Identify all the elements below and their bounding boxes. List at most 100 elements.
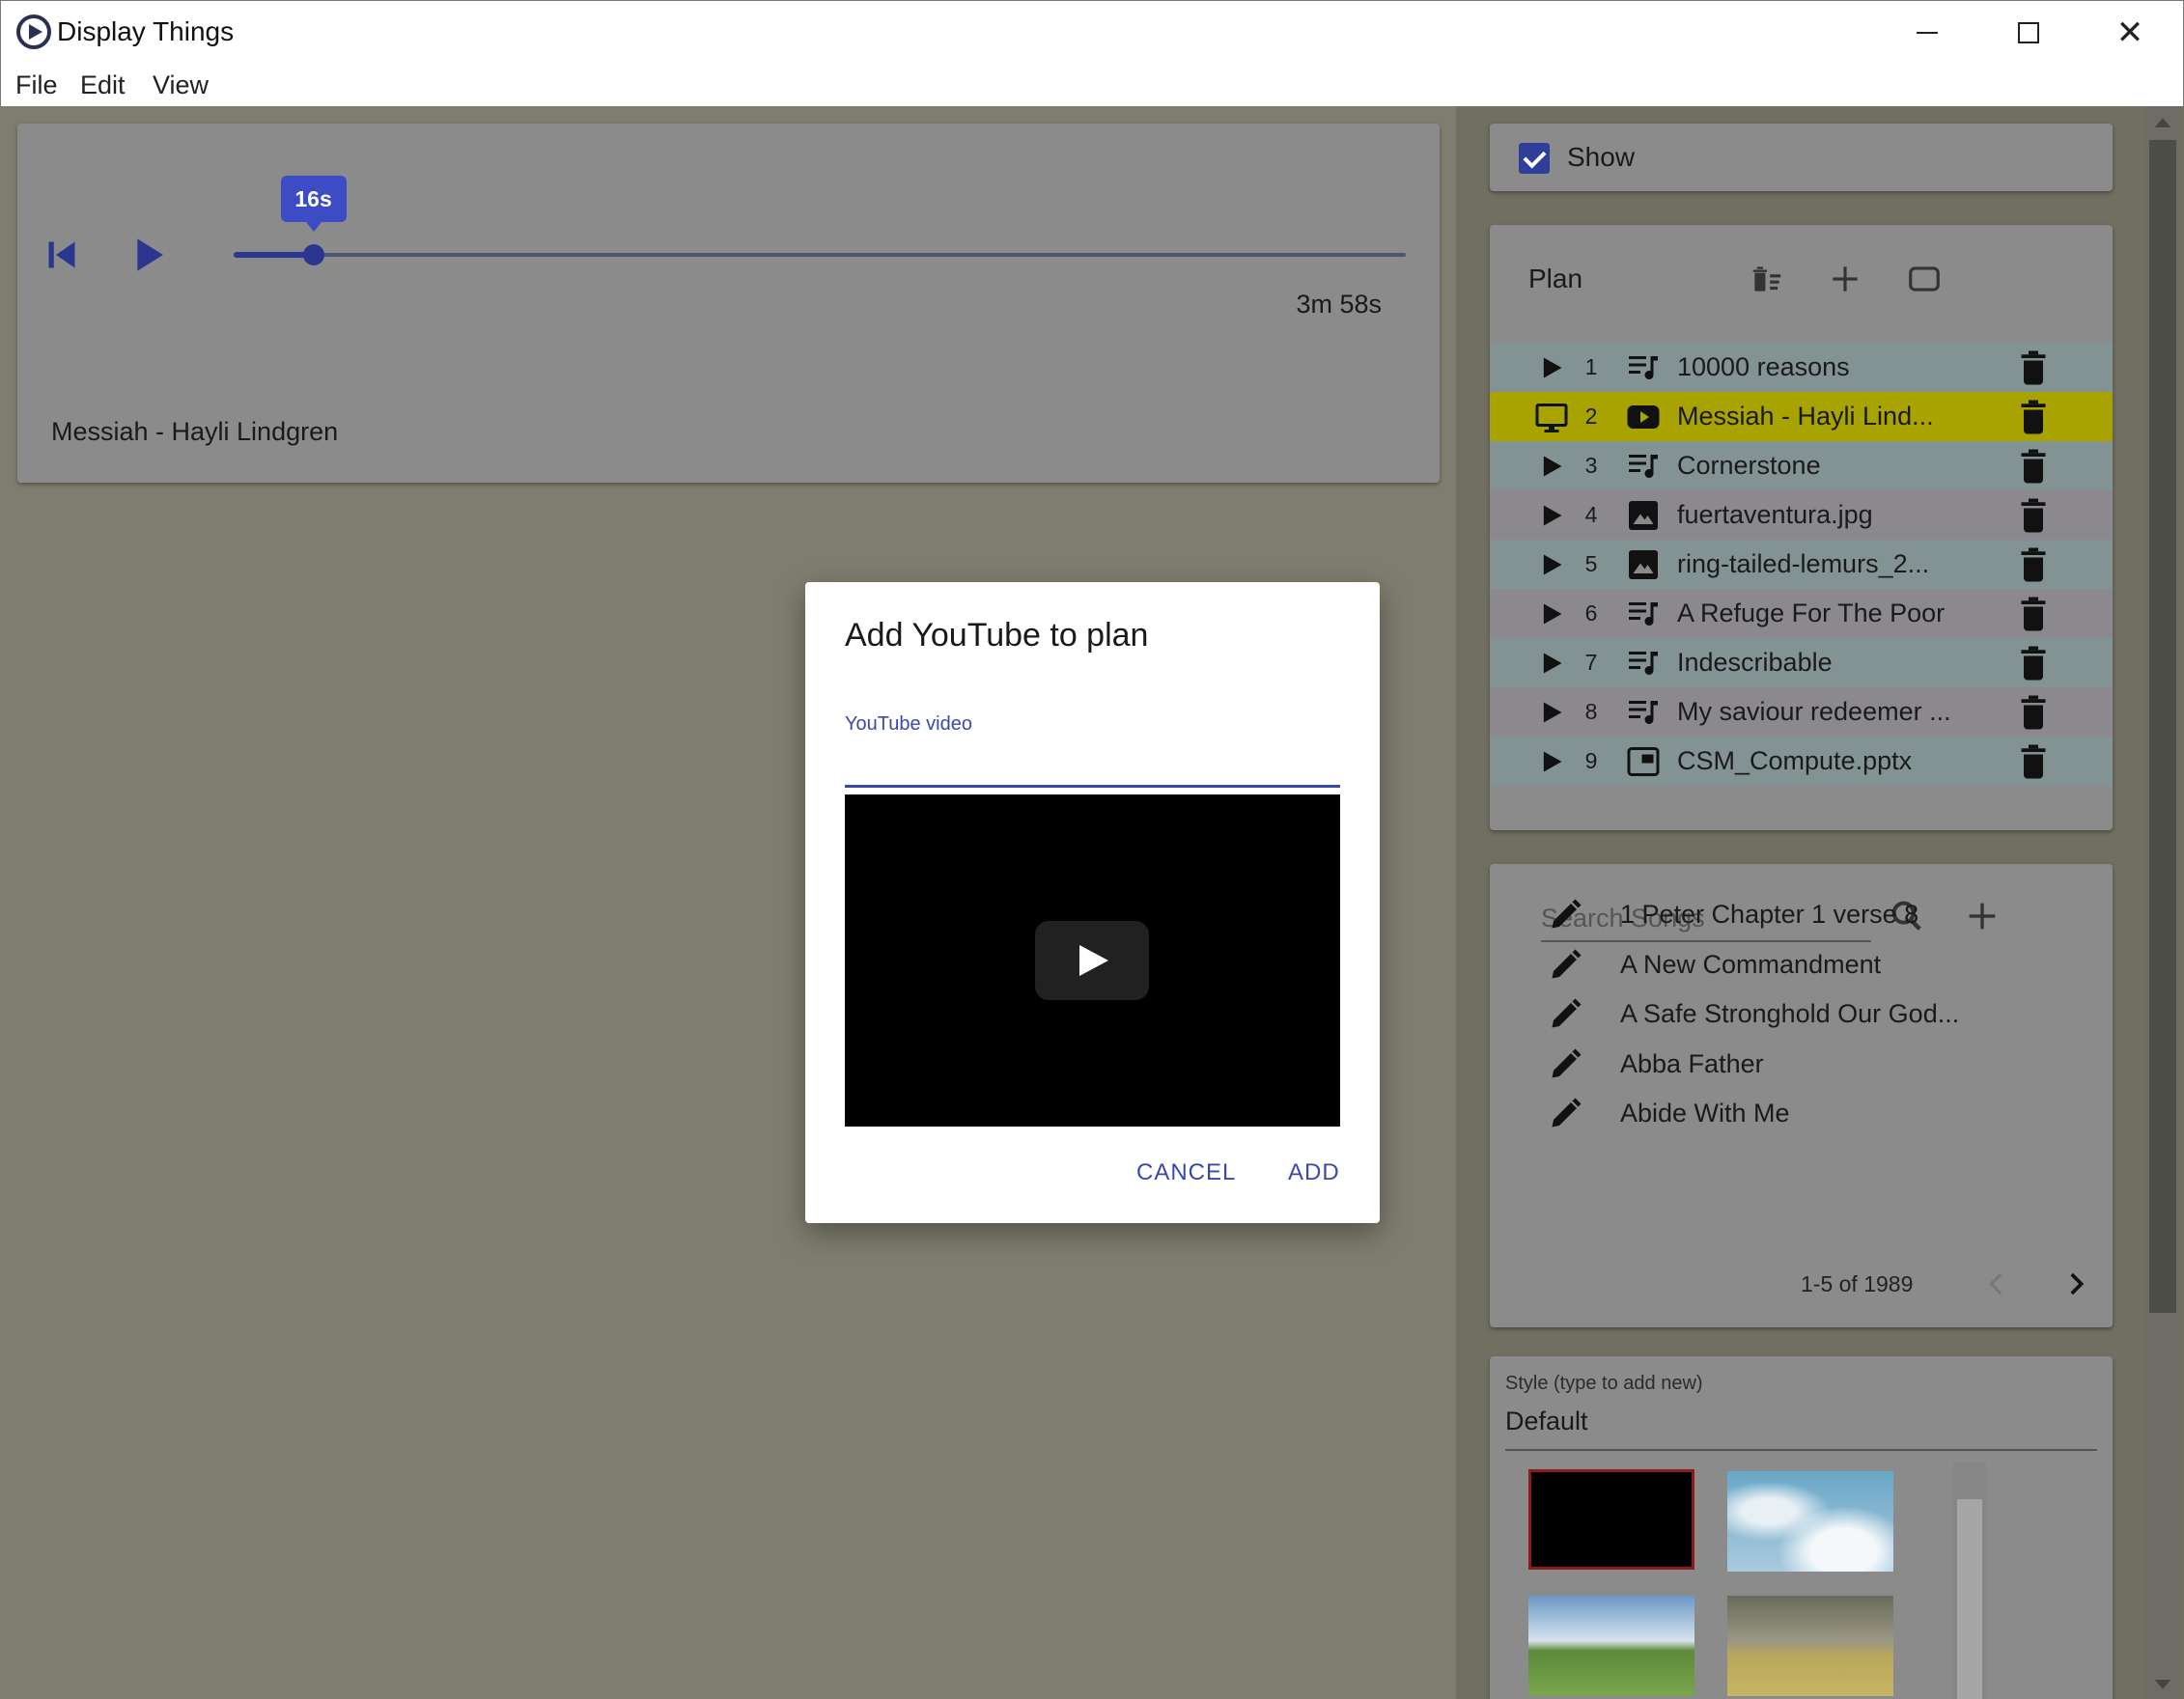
plan-row-number: 4: [1584, 502, 1598, 527]
pencil-icon[interactable]: [1548, 997, 1582, 1032]
dialog-title: Add YouTube to plan: [845, 617, 1149, 654]
show-checkbox[interactable]: [1519, 143, 1550, 174]
skip-previous-icon[interactable]: [44, 237, 79, 272]
clear-plan-button[interactable]: [1746, 258, 1788, 300]
plan-row-name: Cornerstone: [1677, 451, 1821, 480]
minimize-button[interactable]: [1877, 1, 1977, 65]
image-icon: [1625, 547, 1662, 582]
plan-row-name: ring-tailed-lemurs_2...: [1677, 549, 1930, 578]
trash-icon[interactable]: [2019, 646, 2048, 681]
song-icon: [1625, 597, 1662, 631]
song-list-item[interactable]: A Safe Stronghold Our God...: [1490, 989, 2113, 1040]
song-name: A New Commandment: [1620, 949, 1882, 979]
add-plan-item-button[interactable]: [1824, 258, 1866, 300]
pagination-label: 1-5 of 1989: [1801, 1271, 1914, 1296]
display-window-button[interactable]: [1903, 258, 1946, 300]
pencil-icon[interactable]: [1548, 1047, 1582, 1082]
play-icon[interactable]: [1538, 551, 1565, 578]
plan-row-name: 10000 reasons: [1677, 352, 1850, 381]
maximize-button[interactable]: [1978, 1, 2079, 65]
play-icon[interactable]: [1538, 699, 1565, 726]
plan-row-name: CSM_Compute.pptx: [1677, 746, 1913, 775]
song-list-item[interactable]: 1 Peter Chapter 1 verse 8: [1490, 890, 2113, 940]
menu-file[interactable]: File: [15, 70, 58, 100]
plan-row-name: Messiah - Hayli Lind...: [1677, 402, 1934, 431]
song-list-item[interactable]: Abba Father: [1490, 1040, 2113, 1090]
trash-icon[interactable]: [2019, 449, 2048, 484]
plan-row[interactable]: 4 fuertaventura.jpg: [1490, 490, 2113, 540]
plan-row[interactable]: 9 CSM_Compute.pptx: [1490, 737, 2113, 786]
trash-icon[interactable]: [2019, 695, 2048, 730]
youtube-url-input[interactable]: [845, 740, 1340, 777]
style-card: Style (type to add new) Default: [1490, 1356, 2113, 1699]
pencil-icon[interactable]: [1548, 898, 1582, 933]
plan-row[interactable]: 8 My saviour redeemer ...: [1490, 687, 2113, 737]
seek-position-tooltip: 16s: [280, 176, 347, 232]
trash-icon[interactable]: [2019, 597, 2048, 631]
close-button[interactable]: ✕: [2080, 1, 2180, 65]
song-name: A Safe Stronghold Our God...: [1620, 999, 1960, 1028]
style-underline: [1505, 1449, 2097, 1451]
play-icon[interactable]: [1538, 453, 1565, 480]
add-button[interactable]: ADD: [1288, 1159, 1340, 1186]
menu-view[interactable]: View: [153, 70, 209, 100]
plan-row-number: 2: [1584, 404, 1598, 429]
plan-row[interactable]: 5 ring-tailed-lemurs_2...: [1490, 540, 2113, 589]
plan-row[interactable]: 1 10000 reasons: [1490, 343, 2113, 392]
sidebar-scrollbar-thumb[interactable]: [2149, 140, 2176, 1313]
play-icon[interactable]: [1538, 502, 1565, 529]
play-icon[interactable]: [1538, 650, 1565, 677]
style-thumbnail-black[interactable]: [1528, 1469, 1694, 1570]
plan-row[interactable]: 2 Messiah - Hayli Lind...: [1490, 392, 2113, 441]
style-thumbnail-sky[interactable]: [1727, 1471, 1893, 1572]
plan-row-number: 1: [1584, 354, 1598, 379]
monitor-icon[interactable]: [1532, 401, 1571, 435]
chevron-right-icon[interactable]: [2059, 1267, 2092, 1300]
plan-card: Plan 1 10000 reasons 2 Messiah - Hayli Lind…: [1490, 225, 2113, 830]
seek-slider[interactable]: [234, 253, 1406, 257]
pencil-icon[interactable]: [1548, 1097, 1582, 1131]
chevron-left-icon[interactable]: [1980, 1267, 2013, 1300]
cancel-button[interactable]: CANCEL: [1136, 1159, 1236, 1186]
plan-row-number: 3: [1584, 453, 1598, 478]
song-name: Abba Father: [1620, 1048, 1764, 1078]
play-icon[interactable]: [1538, 600, 1565, 627]
youtube-field-underline: [845, 785, 1340, 788]
song-list-item[interactable]: Abide With Me: [1490, 1089, 2113, 1139]
maximize-icon: [2018, 22, 2039, 43]
style-thumbnail-field[interactable]: [1528, 1596, 1694, 1696]
song-icon: [1625, 695, 1662, 730]
scroll-up-icon[interactable]: [2155, 118, 2170, 127]
seek-slider-thumb[interactable]: [302, 244, 324, 265]
player-card: 16s 3m 58s Messiah - Hayli Lindgren: [17, 124, 1440, 483]
plan-row[interactable]: 6 A Refuge For The Poor: [1490, 589, 2113, 638]
plan-row[interactable]: 7 Indescribable: [1490, 638, 2113, 687]
trash-icon[interactable]: [2019, 350, 2048, 385]
trash-icon[interactable]: [2019, 400, 2048, 434]
menu-edit[interactable]: Edit: [80, 70, 126, 100]
song-name: Abide With Me: [1620, 1099, 1790, 1128]
trash-icon[interactable]: [2019, 498, 2048, 533]
video-preview[interactable]: [845, 794, 1340, 1127]
plan-row[interactable]: 3 Cornerstone: [1490, 441, 2113, 490]
play-icon[interactable]: [129, 236, 168, 274]
song-list-item[interactable]: A New Commandment: [1490, 940, 2113, 990]
add-youtube-dialog: Add YouTube to plan YouTube video CANCEL…: [805, 582, 1380, 1223]
plan-row-number: 9: [1584, 748, 1598, 773]
plan-row-number: 5: [1584, 551, 1598, 576]
scroll-down-icon[interactable]: [2155, 1680, 2170, 1689]
style-thumbnail-rainbow[interactable]: [1727, 1596, 1893, 1696]
play-icon[interactable]: [1538, 748, 1565, 775]
style-select[interactable]: Default: [1505, 1407, 1588, 1436]
pencil-icon[interactable]: [1548, 948, 1582, 983]
youtube-play-icon[interactable]: [1035, 921, 1149, 1000]
song-icon: [1625, 449, 1662, 484]
youtube-icon: [1625, 400, 1662, 434]
seek-slider-fill: [234, 252, 314, 258]
play-icon[interactable]: [1538, 354, 1565, 381]
style-scrollbar-thumb[interactable]: [1957, 1499, 1982, 1699]
plan-row-number: 6: [1584, 600, 1598, 626]
trash-icon[interactable]: [2019, 547, 2048, 582]
now-playing-title: Messiah - Hayli Lindgren: [51, 417, 339, 446]
trash-icon[interactable]: [2019, 744, 2048, 779]
